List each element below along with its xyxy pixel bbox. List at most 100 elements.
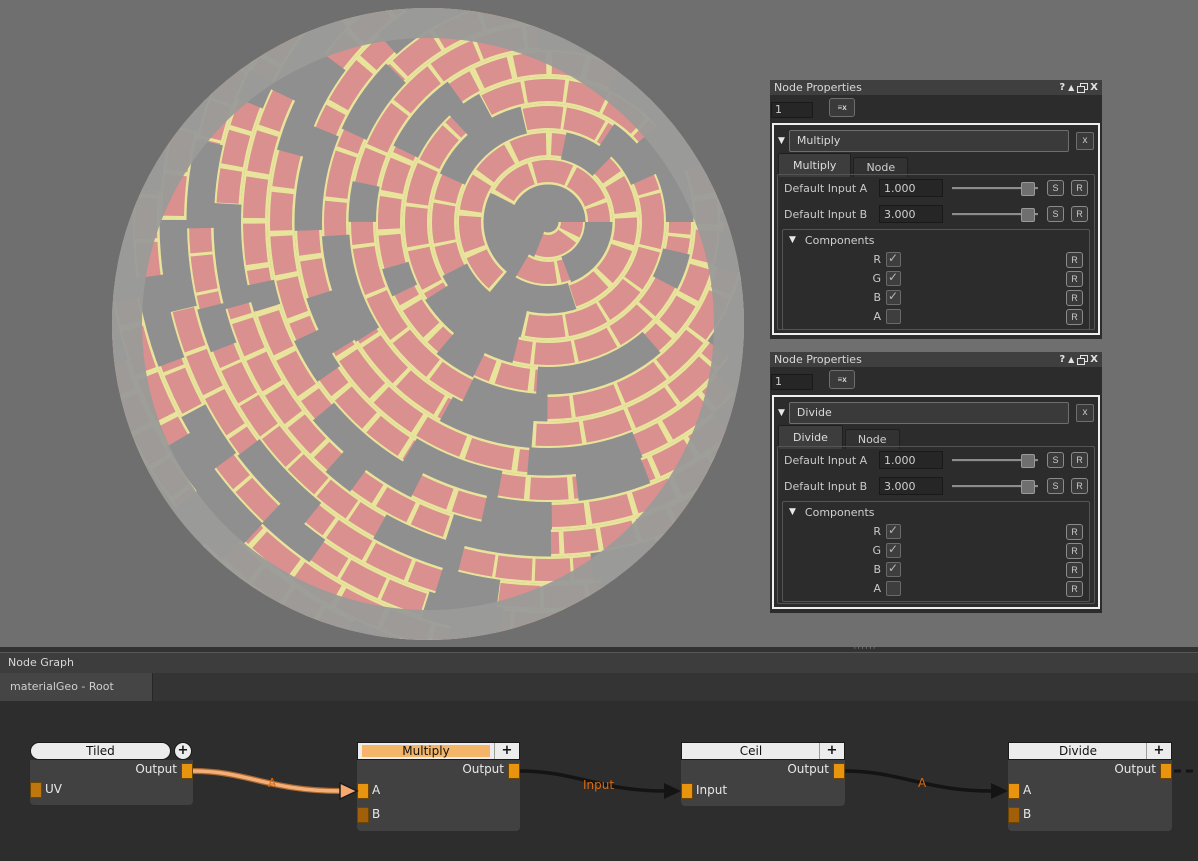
wire-label: A — [918, 776, 927, 790]
add-node-button[interactable]: + — [494, 743, 519, 759]
output-port[interactable] — [508, 763, 520, 779]
slider-handle[interactable] — [1021, 480, 1035, 494]
node-header[interactable]: Multiply + — [357, 742, 520, 760]
output-port-label: Output — [462, 762, 504, 776]
output-port[interactable] — [833, 763, 845, 779]
remove-node-button[interactable]: x — [1076, 132, 1094, 150]
add-node-button[interactable]: + — [819, 743, 844, 759]
input-port-a[interactable] — [357, 783, 369, 799]
wire-ceil-to-divide[interactable] — [845, 771, 992, 791]
param-value-input[interactable] — [879, 179, 943, 197]
reset-button[interactable]: R — [1066, 581, 1083, 597]
reset-button[interactable]: R — [1066, 309, 1083, 325]
pin-properties-button[interactable]: ≡x — [829, 370, 855, 389]
channel-checkbox[interactable] — [886, 309, 901, 324]
expander-icon[interactable]: ▼ — [778, 408, 785, 418]
add-node-button[interactable]: + — [174, 742, 192, 760]
pinned-count-input[interactable] — [771, 102, 813, 118]
slider-handle[interactable] — [1021, 182, 1035, 196]
node-divide[interactable]: Divide + Output A B — [1008, 742, 1172, 831]
collapse-icon[interactable]: ▲ — [1068, 81, 1074, 94]
output-port[interactable] — [1160, 763, 1172, 779]
input-port-b[interactable] — [357, 807, 369, 823]
reset-button[interactable]: R — [1066, 271, 1083, 287]
param-slider[interactable] — [950, 479, 1040, 493]
node-multiply[interactable]: Multiply + Output A B — [357, 742, 520, 831]
param-value-input[interactable] — [879, 451, 943, 469]
set-button[interactable]: S — [1047, 478, 1064, 494]
wire-multiply-to-ceil[interactable] — [520, 771, 665, 791]
input-port-label: UV — [45, 782, 62, 796]
remove-node-button[interactable]: x — [1076, 404, 1094, 422]
channel-label: B — [789, 291, 886, 304]
reset-button[interactable]: R — [1071, 206, 1088, 222]
param-row: Default Input A S R — [778, 175, 1094, 201]
node-tiled[interactable]: Tiled + Output UV — [30, 742, 193, 805]
param-value-input[interactable] — [879, 205, 943, 223]
channel-checkbox[interactable] — [886, 581, 901, 596]
close-icon[interactable]: X — [1090, 81, 1098, 94]
param-slider[interactable] — [950, 453, 1040, 467]
reset-button[interactable]: R — [1066, 562, 1083, 578]
reset-button[interactable]: R — [1071, 452, 1088, 468]
input-port-uv[interactable] — [30, 782, 42, 798]
expander-icon[interactable]: ▼ — [789, 235, 796, 245]
close-icon[interactable]: X — [1090, 353, 1098, 366]
input-port-b[interactable] — [1008, 807, 1020, 823]
channel-checkbox[interactable] — [886, 562, 901, 577]
set-button[interactable]: S — [1047, 452, 1064, 468]
channel-checkbox[interactable] — [886, 543, 901, 558]
collapse-icon[interactable]: ▲ — [1068, 353, 1074, 366]
panel-titlebar[interactable]: Node Properties ? ▲ X — [770, 352, 1102, 367]
channel-checkbox[interactable] — [886, 271, 901, 286]
channel-checkbox[interactable] — [886, 290, 901, 305]
node-body[interactable]: Output UV — [30, 760, 193, 805]
node-graph-titlebar[interactable]: Node Graph — [0, 652, 1198, 673]
help-icon[interactable]: ? — [1059, 81, 1065, 94]
param-slider[interactable] — [950, 181, 1040, 195]
reset-button[interactable]: R — [1066, 252, 1083, 268]
pinned-count-input[interactable] — [771, 374, 813, 390]
node-body[interactable]: Output A B — [357, 760, 520, 831]
slider-handle[interactable] — [1021, 208, 1035, 222]
output-port[interactable] — [181, 763, 193, 779]
node-header[interactable]: Tiled — [30, 742, 171, 760]
node-header[interactable]: Ceil + — [681, 742, 845, 760]
node-header[interactable]: Divide + — [1008, 742, 1172, 760]
reset-button[interactable]: R — [1071, 180, 1088, 196]
reset-button[interactable]: R — [1071, 478, 1088, 494]
float-window-icon[interactable] — [1077, 83, 1087, 92]
pin-properties-button[interactable]: ≡x — [829, 98, 855, 117]
node-graph-canvas[interactable]: Tiled + Output UV Multiply + Output A B … — [0, 701, 1198, 861]
node-name-field[interactable]: Multiply — [789, 130, 1069, 152]
node-name-field[interactable]: Divide — [789, 402, 1069, 424]
channel-row: A R — [783, 579, 1089, 598]
param-slider[interactable] — [950, 207, 1040, 221]
node-ceil[interactable]: Ceil + Output Input — [681, 742, 845, 806]
help-icon[interactable]: ? — [1059, 353, 1065, 366]
input-port[interactable] — [681, 783, 693, 799]
slider-handle[interactable] — [1021, 454, 1035, 468]
node-body[interactable]: Output A B — [1008, 760, 1172, 831]
expander-icon[interactable]: ▼ — [789, 507, 796, 517]
reset-button[interactable]: R — [1066, 543, 1083, 559]
param-value-input[interactable] — [879, 477, 943, 495]
wire-tiled-to-multiply[interactable] — [193, 771, 341, 791]
expander-icon[interactable]: ▼ — [778, 136, 785, 146]
node-body[interactable]: Output Input — [681, 760, 845, 806]
channel-checkbox[interactable] — [886, 524, 901, 539]
channel-checkbox[interactable] — [886, 252, 901, 267]
panel-titlebar[interactable]: Node Properties ? ▲ X — [770, 80, 1102, 95]
components-header[interactable]: ▼ Components — [783, 502, 1089, 522]
node-properties-panel-divide: Node Properties ? ▲ X ≡x ▼ Divide x Divi… — [770, 352, 1102, 613]
channel-row: R R — [783, 250, 1089, 269]
input-port-a[interactable] — [1008, 783, 1020, 799]
tab-materialgeo-root[interactable]: materialGeo - Root — [0, 673, 153, 701]
reset-button[interactable]: R — [1066, 290, 1083, 306]
float-window-icon[interactable] — [1077, 355, 1087, 364]
set-button[interactable]: S — [1047, 206, 1064, 222]
components-header[interactable]: ▼ Components — [783, 230, 1089, 250]
add-node-button[interactable]: + — [1146, 743, 1171, 759]
set-button[interactable]: S — [1047, 180, 1064, 196]
reset-button[interactable]: R — [1066, 524, 1083, 540]
